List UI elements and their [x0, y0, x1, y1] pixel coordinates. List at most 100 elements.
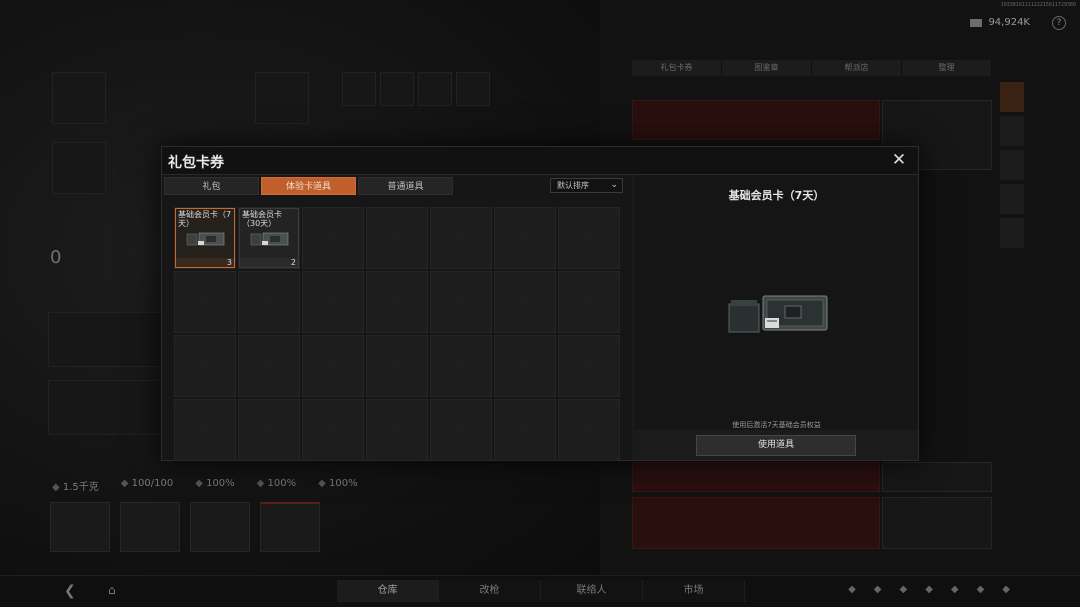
- sort-dropdown[interactable]: 默认排序 ⌄: [550, 178, 623, 193]
- member-card-icon: [186, 232, 225, 246]
- item-list-pane: 礼包 体验卡道具 普通道具 默认排序 ⌄ 基础会员卡（7天） 3 基础会员卡（3…: [162, 175, 632, 461]
- empty-cell: [558, 271, 620, 333]
- empty-cell: [174, 335, 236, 397]
- back-icon[interactable]: ❮: [64, 583, 76, 599]
- quick-button[interactable]: [190, 502, 250, 552]
- empty-cell: [558, 335, 620, 397]
- currency-display: 94,924K: [970, 17, 1030, 28]
- quick-button[interactable]: [260, 502, 320, 552]
- member-card-preview-icon: [728, 295, 828, 333]
- inventory-list-block: [632, 497, 880, 549]
- nav-tab-market[interactable]: 市场: [643, 580, 745, 602]
- quick-button[interactable]: [120, 502, 180, 552]
- item-count: 3: [226, 258, 232, 267]
- quick-buttons: [50, 502, 320, 552]
- item-card-member-30d[interactable]: 基础会员卡（30天） 2: [239, 208, 299, 268]
- dialog-header: 礼包卡券 ✕: [162, 147, 918, 175]
- side-strip: [1000, 82, 1024, 252]
- close-button[interactable]: ✕: [890, 151, 908, 169]
- dialog-title: 礼包卡券: [168, 155, 224, 171]
- empty-cell: [494, 335, 556, 397]
- build-info: 1033810111122215611729360: [1000, 2, 1076, 8]
- item-name: 基础会员卡（7天）: [178, 210, 232, 228]
- value-number: 0: [50, 247, 62, 268]
- weapon-card[interactable]: [882, 462, 992, 492]
- sort-label: 默认排序: [557, 181, 589, 190]
- item-footer: [240, 258, 298, 267]
- empty-cell: [238, 271, 300, 333]
- grid-cell[interactable]: 基础会员卡（7天） 3: [174, 207, 236, 269]
- inventory-list-block: [632, 100, 880, 140]
- inventory-tab[interactable]: 整理: [902, 60, 992, 76]
- equipment-slot[interactable]: [255, 72, 309, 124]
- shop-icon[interactable]: ◆: [951, 584, 959, 595]
- side-filter-button[interactable]: [1000, 82, 1024, 112]
- side-filter-button[interactable]: [1000, 218, 1024, 248]
- empty-cell: [430, 335, 492, 397]
- friends-icon[interactable]: ◆: [848, 584, 856, 595]
- stat-b: 100%: [257, 478, 297, 493]
- category-tabs: 礼包 体验卡道具 普通道具: [164, 177, 453, 195]
- tab-trial-cards[interactable]: 体验卡道具: [261, 177, 356, 195]
- equipment-slot[interactable]: [418, 72, 452, 106]
- equipment-slot[interactable]: [456, 72, 490, 106]
- side-filter-button[interactable]: [1000, 116, 1024, 146]
- inventory-tab[interactable]: 帮派店: [812, 60, 902, 76]
- empty-cell: [430, 207, 492, 269]
- empty-cell: [302, 207, 364, 269]
- inventory-tab[interactable]: 图鉴章: [722, 60, 812, 76]
- stat-weight: 1.5千克: [52, 478, 99, 493]
- empty-cell: [302, 399, 364, 461]
- empty-cell: [302, 271, 364, 333]
- empty-cell: [366, 271, 428, 333]
- chat-icon[interactable]: ◆: [899, 584, 907, 595]
- home-icon[interactable]: ⌂: [108, 583, 116, 597]
- item-card-member-7d[interactable]: 基础会员卡（7天） 3: [175, 208, 235, 268]
- empty-cell: [174, 271, 236, 333]
- equipment-slot[interactable]: [52, 72, 106, 124]
- tab-gift-packs[interactable]: 礼包: [164, 177, 259, 195]
- settings-icon[interactable]: ◆: [1002, 584, 1010, 595]
- empty-cell: [430, 399, 492, 461]
- stat-durability: 100/100: [121, 478, 174, 493]
- side-filter-button[interactable]: [1000, 150, 1024, 180]
- empty-cell: [174, 399, 236, 461]
- item-grid: 基础会员卡（7天） 3 基础会员卡（30天） 2: [174, 207, 620, 461]
- empty-cell: [366, 399, 428, 461]
- stats-row: 1.5千克 100/100 100% 100% 100%: [52, 478, 358, 493]
- nav-tab-gunsmith[interactable]: 改枪: [439, 580, 541, 602]
- equipment-slot[interactable]: [380, 72, 414, 106]
- empty-cell: [302, 335, 364, 397]
- use-item-button[interactable]: 使用道具: [696, 435, 856, 456]
- quick-button[interactable]: [50, 502, 110, 552]
- mail-icon[interactable]: ◆: [925, 584, 933, 595]
- item-footer: [176, 258, 234, 267]
- member-card-icon: [250, 232, 289, 246]
- tab-normal-items[interactable]: 普通道具: [358, 177, 453, 195]
- empty-cell: [494, 399, 556, 461]
- equipment-slot[interactable]: [342, 72, 376, 106]
- side-filter-button[interactable]: [1000, 184, 1024, 214]
- task-icon[interactable]: ◆: [977, 584, 985, 595]
- empty-cell: [494, 271, 556, 333]
- team-icon[interactable]: ◆: [874, 584, 882, 595]
- nav-icons: ◆ ◆ ◆ ◆ ◆ ◆ ◆: [848, 584, 1010, 595]
- nav-tab-warehouse[interactable]: 仓库: [337, 580, 439, 602]
- nav-tab-contacts[interactable]: 联络人: [541, 580, 643, 602]
- inventory-tabs: 礼包卡券 图鉴章 帮派店 整理: [632, 60, 992, 76]
- grid-cell[interactable]: 基础会员卡（30天） 2: [238, 207, 300, 269]
- inventory-tab[interactable]: 礼包卡券: [632, 60, 722, 76]
- chevron-down-icon: ⌄: [610, 180, 618, 190]
- equipment-slot[interactable]: [52, 142, 106, 194]
- currency-icon: [970, 18, 983, 27]
- empty-cell: [558, 399, 620, 461]
- weapon-card[interactable]: [882, 497, 992, 549]
- bottom-nav: ❮ ⌂ 仓库 改枪 联络人 市场 ◆ ◆ ◆ ◆ ◆ ◆ ◆: [0, 575, 1080, 607]
- empty-cell: [366, 335, 428, 397]
- stat-a: 100%: [195, 478, 235, 493]
- nav-tabs: 仓库 改枪 联络人 市场: [337, 580, 745, 602]
- empty-cell: [430, 271, 492, 333]
- gift-card-dialog: 礼包卡券 ✕ 礼包 体验卡道具 普通道具 默认排序 ⌄ 基础会员卡（7天） 3 …: [161, 146, 919, 461]
- detail-description: 使用后激活7天基础会员权益: [732, 421, 821, 429]
- help-icon[interactable]: ?: [1052, 16, 1066, 30]
